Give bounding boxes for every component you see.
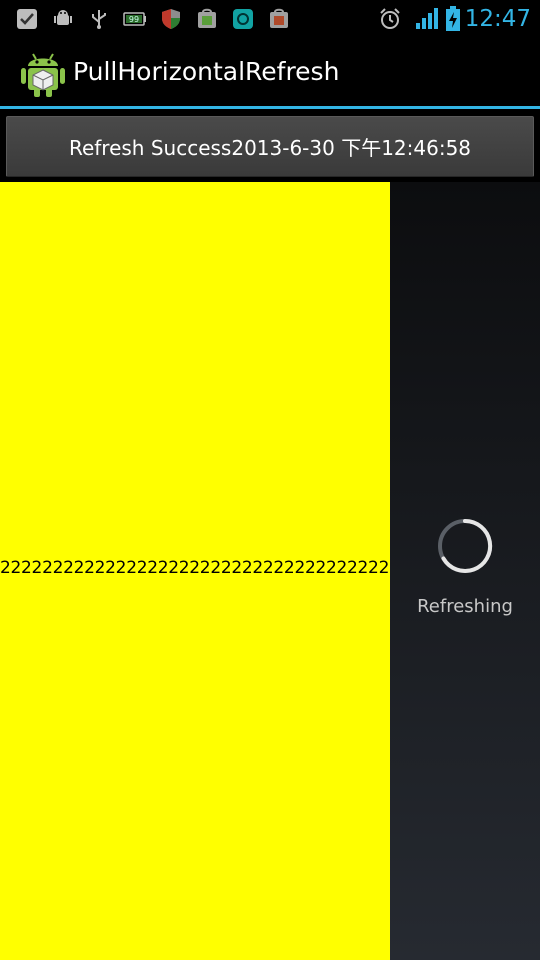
shield-icon (160, 8, 182, 30)
signal-icon (414, 8, 440, 30)
refresh-status-button[interactable]: Refresh Success2013-6-30 下午12:46:58 (6, 116, 534, 177)
app-title: PullHorizontalRefresh (73, 57, 340, 86)
android-debug-icon (52, 8, 74, 30)
battery-99-icon: 99 (123, 8, 147, 30)
status-bar-time: 12:47 (464, 6, 531, 32)
status-bar: 99 12:47 (0, 0, 540, 38)
usb-icon (88, 8, 110, 30)
action-bar: PullHorizontalRefresh (0, 38, 540, 106)
app-store-icon (196, 8, 218, 30)
content-text: 2222222222222222222222222222222222222222… (0, 558, 390, 578)
alarm-icon (378, 8, 402, 30)
pull-refresh-panel: Refreshing (390, 182, 540, 960)
battery-charging-icon (445, 6, 461, 31)
app-store-icon (268, 8, 290, 30)
camera-icon (232, 8, 254, 30)
android-app-icon[interactable] (20, 48, 66, 98)
loading-spinner-icon (436, 517, 494, 575)
check-icon (16, 8, 38, 30)
refreshing-label: Refreshing (417, 596, 513, 617)
svg-text:99: 99 (129, 15, 139, 24)
content-area: Refresh Success2013-6-30 下午12:46:58 2222… (0, 109, 540, 960)
yellow-content-panel[interactable]: 2222222222222222222222222222222222222222… (0, 182, 390, 960)
